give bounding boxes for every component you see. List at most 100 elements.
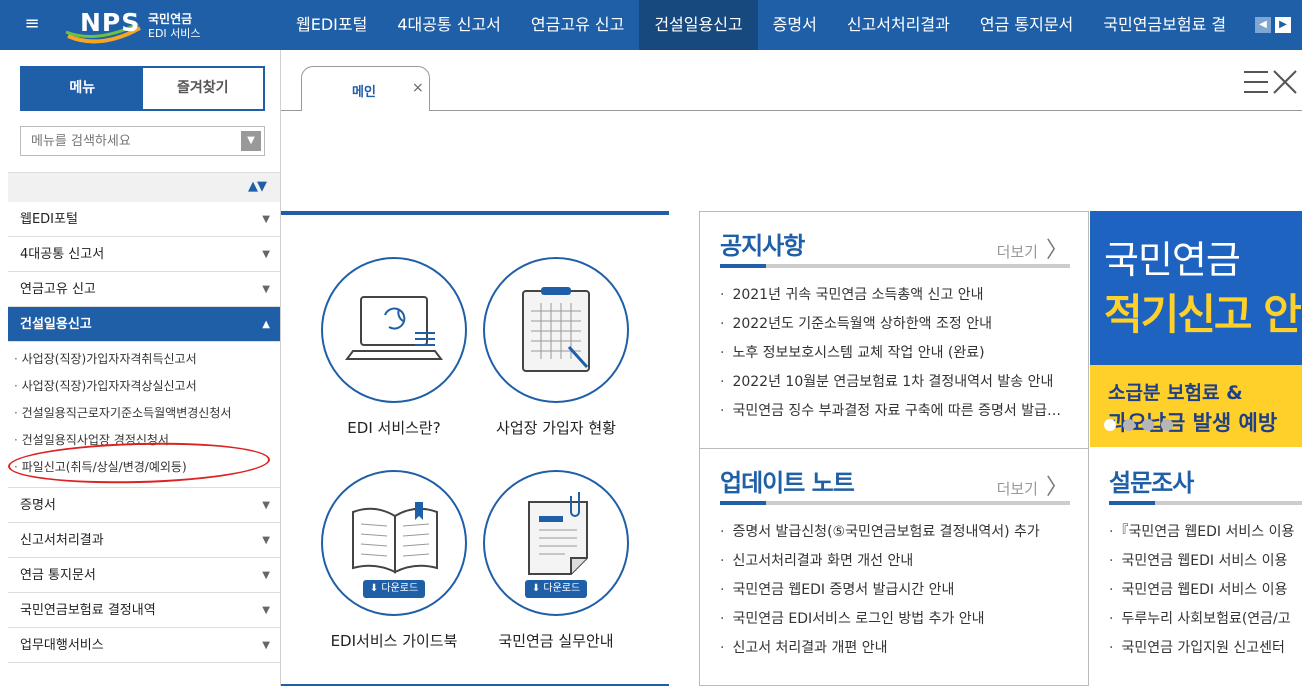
chevron-left-icon[interactable]: ◀: [1255, 17, 1271, 33]
banner-line-3: 소급분 보험료 &: [1108, 382, 1243, 404]
tab-menu[interactable]: 메뉴: [22, 68, 143, 109]
list-item[interactable]: 국민연금 가입지원 신고센터: [1109, 637, 1302, 666]
topnav-item-web-edi-portal[interactable]: 웹EDI포털: [281, 0, 382, 50]
laptop-refresh-icon: [345, 296, 443, 360]
construction-submenu: 사업장(직장)가입자자격취득신고서 사업장(직장)가입자자격상실신고서 건설일용…: [8, 342, 280, 488]
notice-more-link[interactable]: 더보기 〉: [997, 232, 1068, 264]
topnav-item-processing-result[interactable]: 신고서처리결과: [832, 0, 965, 50]
tab-list-close-icon[interactable]: [1244, 68, 1302, 96]
tab-main-label: 메인: [352, 85, 376, 100]
list-item[interactable]: 신고서처리결과 화면 개선 안내: [720, 550, 1065, 579]
hamburger-menu-icon[interactable]: ≡: [22, 14, 42, 34]
sidebar-item-construction-report[interactable]: 건설일용신고 ▲: [8, 307, 280, 342]
download-badge[interactable]: ⬇ 다운로드: [363, 580, 425, 598]
sidebar-item-pension-report[interactable]: 연금고유 신고 ▼: [8, 272, 280, 307]
topnav-item-premium-decision[interactable]: 국민연금보험료 결: [1088, 0, 1228, 50]
top-navigation: 웹EDI포털 4대공통 신고서 연금고유 신고 건설일용신고 증명서 신고서처리…: [281, 0, 1228, 50]
list-item[interactable]: 국민연금 징수 부과결정 자료 구축에 따른 증명서 발급 안내: [720, 400, 1065, 429]
menu-search-box: ▼: [20, 126, 265, 156]
list-item[interactable]: 2022년도 기준소득월액 상하한액 조정 안내: [720, 313, 1065, 342]
caret-down-icon: ▼: [262, 284, 270, 295]
sidebar-item-premium-decision[interactable]: 국민연금보험료 결정내역 ▼: [8, 593, 280, 628]
submenu-item-acquisition[interactable]: 사업장(직장)가입자자격취득신고서: [8, 346, 280, 373]
service-practice-guide[interactable]: ⬇ 다운로드 국민연금 실무안내: [481, 470, 631, 651]
service-edi-intro[interactable]: EDI 서비스란?: [319, 257, 469, 438]
topnav-item-construction-report[interactable]: 건설일용신고: [639, 0, 758, 50]
service-label: EDI 서비스란?: [347, 419, 441, 437]
caret-down-icon: ▼: [262, 249, 270, 260]
list-item[interactable]: 국민연금 웹EDI 서비스 이용: [1109, 550, 1302, 579]
caret-down-icon: ▼: [262, 500, 270, 511]
banner-dot[interactable]: [1161, 419, 1173, 431]
submenu-item-file-report[interactable]: 파일신고(취득/상실/변경/예외등): [8, 454, 280, 481]
submenu-item-loss[interactable]: 사업장(직장)가입자자격상실신고서: [8, 373, 280, 400]
list-item[interactable]: 2022년 10월분 연금보험료 1차 결정내역서 발송 안내: [720, 371, 1065, 400]
topnav-item-certificate[interactable]: 증명서: [758, 0, 832, 50]
notice-panel: 공지사항 더보기 〉 2021년 귀속 국민연금 소득총액 신고 안내 2022년…: [699, 211, 1089, 449]
download-badge-label: 다운로드: [543, 583, 581, 594]
close-icon[interactable]: ×: [412, 80, 424, 96]
list-item[interactable]: 국민연금 웹EDI 증명서 발급시간 안내: [720, 579, 1065, 608]
sidebar-item-web-edi-portal[interactable]: 웹EDI포털 ▼: [8, 202, 280, 237]
chevron-right-icon: 〉: [1045, 238, 1068, 263]
topnav-item-common-report[interactable]: 4대공통 신고서: [382, 0, 516, 50]
sidebar-item-notice-documents[interactable]: 연금 통지문서 ▼: [8, 558, 280, 593]
notice-underline: [720, 264, 1070, 268]
chevron-right-icon[interactable]: ▶: [1275, 17, 1291, 33]
banner-pagination: [1104, 419, 1173, 431]
list-item[interactable]: 국민연금 EDI서비스 로그인 방법 추가 안내: [720, 608, 1065, 637]
app-window: ≡ NPS 국민연금 EDI 서비스 웹EDI포털 4대공통 신고서 연금고유 …: [0, 0, 1302, 686]
sidebar-item-certificate[interactable]: 증명서 ▼: [8, 488, 280, 523]
sidebar-item-agency-service[interactable]: 업무대행서비스 ▼: [8, 628, 280, 663]
list-item[interactable]: 2021년 귀속 국민연금 소득총액 신고 안내: [720, 284, 1065, 313]
list-item[interactable]: 두루누리 사회보험료(연금/고: [1109, 608, 1302, 637]
download-badge[interactable]: ⬇ 다운로드: [525, 580, 587, 598]
sidebar-item-label: 건설일용신고: [20, 317, 92, 332]
tab-main[interactable]: 메인 ×: [301, 66, 430, 112]
sidebar-item-processing-result[interactable]: 신고서처리결과 ▼: [8, 523, 280, 558]
submenu-item-income-change[interactable]: 건설일용직근로자기준소득월액변경신청서: [8, 400, 280, 427]
list-item[interactable]: 『국민연금 웹EDI 서비스 이용: [1109, 521, 1302, 550]
sidebar-menu: 웹EDI포털 ▼ 4대공통 신고서 ▼ 연금고유 신고 ▼ 건설일용신고 ▲ 사…: [8, 202, 280, 663]
tab-favorites[interactable]: 즐겨찾기: [142, 68, 263, 109]
caret-down-icon: ▼: [262, 570, 270, 581]
list-item[interactable]: 신고서 처리결과 개편 안내: [720, 637, 1065, 666]
list-item[interactable]: 증명서 발급신청(⑤국민연금보험료 결정내역서) 추가: [720, 521, 1065, 550]
expand-collapse-icon[interactable]: ▲▼: [248, 179, 267, 194]
service-circle: ⬇ 다운로드: [321, 470, 467, 616]
banner-dot[interactable]: [1142, 419, 1154, 431]
sidebar-item-label: 신고서처리결과: [20, 533, 104, 548]
caret-down-icon: ▼: [262, 605, 270, 616]
sidebar-item-label: 국민연금보험료 결정내역: [20, 603, 156, 618]
service-label: EDI서비스 가이드북: [330, 632, 458, 650]
menu-search-input[interactable]: [21, 127, 239, 155]
promo-banner[interactable]: 국민연금 적기신고 안 소급분 보험료 & 과오납금 발생 예방: [1090, 211, 1302, 447]
banner-dot[interactable]: [1123, 419, 1135, 431]
service-member-status[interactable]: 사업장 가입자 현황: [481, 257, 631, 438]
dropdown-arrow-icon[interactable]: ▼: [241, 131, 261, 151]
banner-dot[interactable]: [1104, 419, 1116, 431]
sidebar-item-label: 웹EDI포털: [20, 212, 78, 227]
clipboard-grid-icon: [522, 287, 590, 372]
topnav-item-pension-report[interactable]: 연금고유 신고: [516, 0, 639, 50]
topnav-item-notice-documents[interactable]: 연금 통지문서: [965, 0, 1088, 50]
service-guidebook[interactable]: ⬇ 다운로드 EDI서비스 가이드북: [319, 470, 469, 651]
survey-list: 『국민연금 웹EDI 서비스 이용 국민연금 웹EDI 서비스 이용 국민연금 …: [1109, 521, 1302, 666]
banner-line-1: 국민연금: [1104, 238, 1241, 282]
logo-area: ≡ NPS 국민연금 EDI 서비스: [8, 0, 281, 50]
caret-down-icon: ▼: [262, 214, 270, 225]
survey-panel: 설문조사 『국민연금 웹EDI 서비스 이용 국민연금 웹EDI 서비스 이용 …: [1089, 449, 1302, 686]
list-item[interactable]: 국민연금 웹EDI 서비스 이용: [1109, 579, 1302, 608]
update-more-link[interactable]: 더보기 〉: [997, 469, 1068, 501]
caret-down-icon: ▼: [262, 640, 270, 651]
top-header: ≡ NPS 국민연금 EDI 서비스 웹EDI포털 4대공통 신고서 연금고유 …: [0, 0, 1302, 50]
sidebar-item-label: 연금 통지문서: [20, 568, 96, 583]
topnav-scroll-controls: ◀ ▶: [1255, 17, 1291, 33]
notice-title: 공지사항: [720, 232, 805, 260]
submenu-item-correction[interactable]: 건설일용직사업장 경정신청서: [8, 427, 280, 454]
service-circle: [321, 257, 467, 403]
list-item[interactable]: 노후 정보보호시스템 교체 작업 안내 (완료): [720, 342, 1065, 371]
sidebar-item-common-report[interactable]: 4대공통 신고서 ▼: [8, 237, 280, 272]
nps-logo[interactable]: NPS 국민연금 EDI 서비스: [60, 6, 210, 44]
service-label: 사업장 가입자 현황: [496, 419, 616, 437]
